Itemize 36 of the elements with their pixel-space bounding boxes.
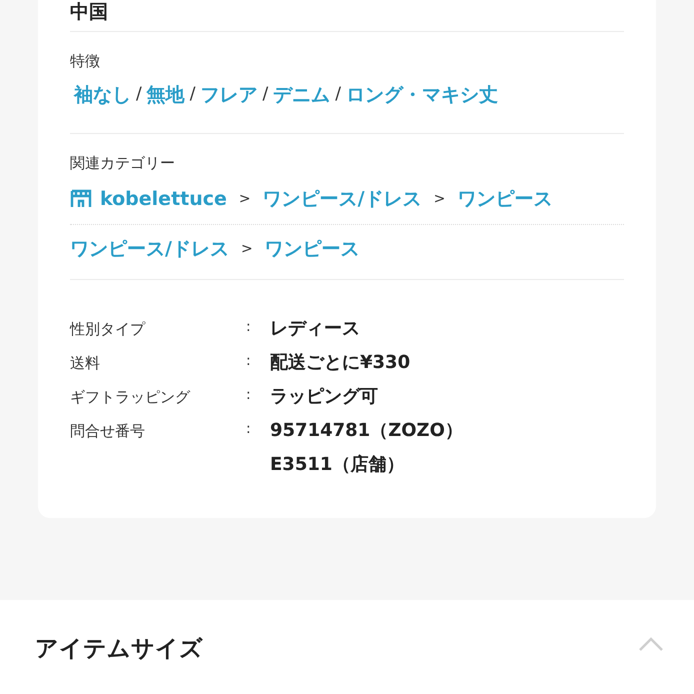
feature-tag-link[interactable]: ロング・マキシ丈	[346, 80, 498, 109]
category-link[interactable]: ワンピース	[264, 235, 360, 264]
feature-tag-link[interactable]: 無地	[146, 80, 185, 109]
storefront-icon	[70, 189, 92, 209]
breadcrumb-separator: >	[238, 190, 251, 208]
separator: /	[335, 83, 341, 106]
features-label: 特徴	[70, 51, 100, 72]
spec-colon: :	[246, 420, 252, 438]
spec-label: 性別タイプ	[70, 318, 146, 340]
spec-value: E3511（店舗）	[270, 452, 406, 476]
spec-value: 95714781（ZOZO）	[270, 418, 463, 442]
category-link[interactable]: ワンピース/ドレス	[70, 235, 229, 264]
spec-colon: :	[246, 352, 252, 370]
feature-tag-link[interactable]: 袖なし	[74, 80, 131, 109]
breadcrumb-separator: >	[434, 190, 446, 208]
category-link[interactable]: ワンピース/ドレス	[262, 184, 422, 214]
spec-value: 配送ごとに¥330	[270, 350, 410, 374]
spec-colon: :	[246, 318, 252, 336]
category-link[interactable]: ワンピース	[457, 184, 552, 214]
spec-label: 問合せ番号	[70, 420, 146, 442]
categories-label: 関連カテゴリー	[70, 153, 175, 174]
chevron-up-icon	[638, 636, 664, 652]
item-size-heading: アイテムサイズ	[35, 634, 203, 664]
separator: /	[262, 83, 268, 106]
spec-colon: :	[246, 386, 252, 404]
origin-value: 中国	[70, 0, 108, 24]
spec-value: ラッピング可	[270, 384, 378, 408]
spec-value: レディース	[270, 316, 360, 340]
shop-link[interactable]: kobelettuce	[70, 184, 227, 214]
spec-label: 送料	[70, 352, 101, 374]
breadcrumb-separator: >	[240, 240, 253, 259]
feature-tag-link[interactable]: フレア	[200, 80, 258, 109]
spec-label: ギフトラッピング	[70, 386, 192, 408]
separator: /	[136, 83, 142, 106]
separator: /	[190, 83, 196, 106]
feature-tag-link[interactable]: デニム	[273, 80, 330, 109]
